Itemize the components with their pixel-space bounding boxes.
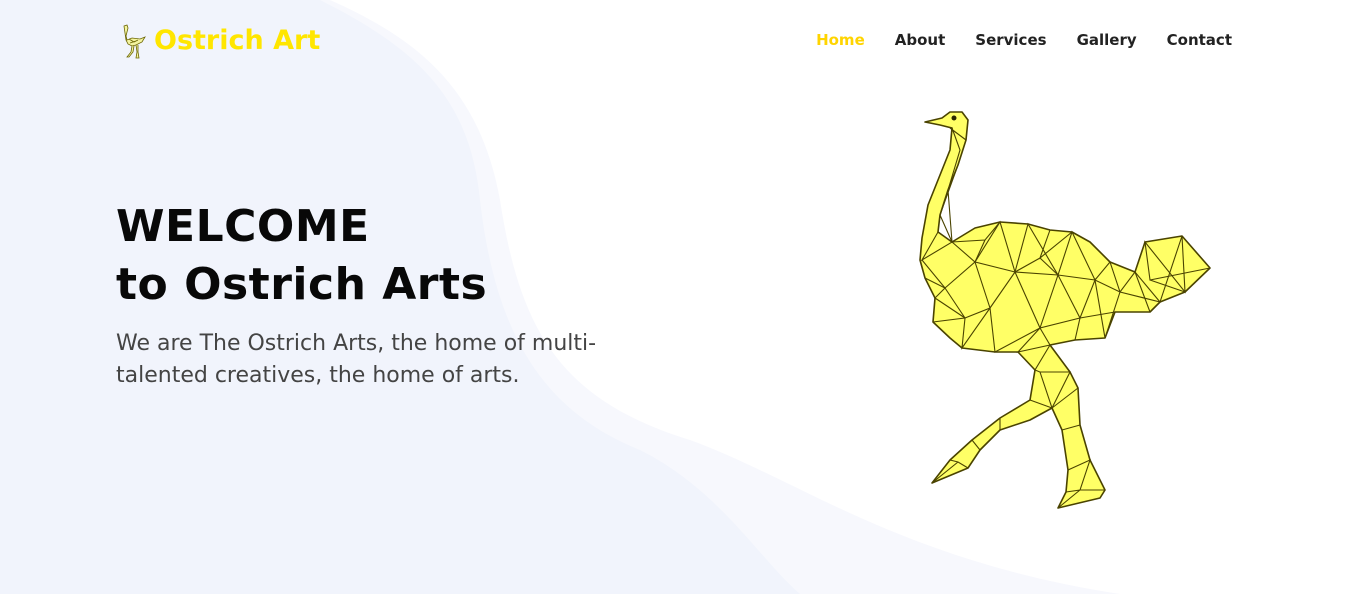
hero-section: WELCOME to Ostrich Arts We are The Ostri… xyxy=(116,198,676,392)
nav-item-home[interactable]: Home xyxy=(816,29,865,51)
nav-item-contact[interactable]: Contact xyxy=(1167,29,1232,51)
brand-link[interactable]: Ostrich Art xyxy=(118,22,320,60)
nav-item-services[interactable]: Services xyxy=(975,29,1046,51)
hero-title: WELCOME to Ostrich Arts xyxy=(116,198,676,314)
nav-item-gallery[interactable]: Gallery xyxy=(1077,29,1137,51)
navbar: Ostrich Art Home About Services Gallery … xyxy=(0,0,1348,80)
main-nav: Home About Services Gallery Contact xyxy=(786,29,1232,51)
nav-item-about[interactable]: About xyxy=(895,29,946,51)
polygon-ostrich-illustration xyxy=(919,111,1211,509)
brand-name: Ostrich Art xyxy=(154,25,321,56)
hero-title-line1: WELCOME xyxy=(116,201,370,252)
landing-page: Ostrich Art Home About Services Gallery … xyxy=(0,0,1348,594)
hero-title-line2: to Ostrich Arts xyxy=(116,259,488,310)
hero-subtitle: We are The Ostrich Arts, the home of mul… xyxy=(116,331,597,388)
ostrich-logo-icon xyxy=(123,24,146,59)
